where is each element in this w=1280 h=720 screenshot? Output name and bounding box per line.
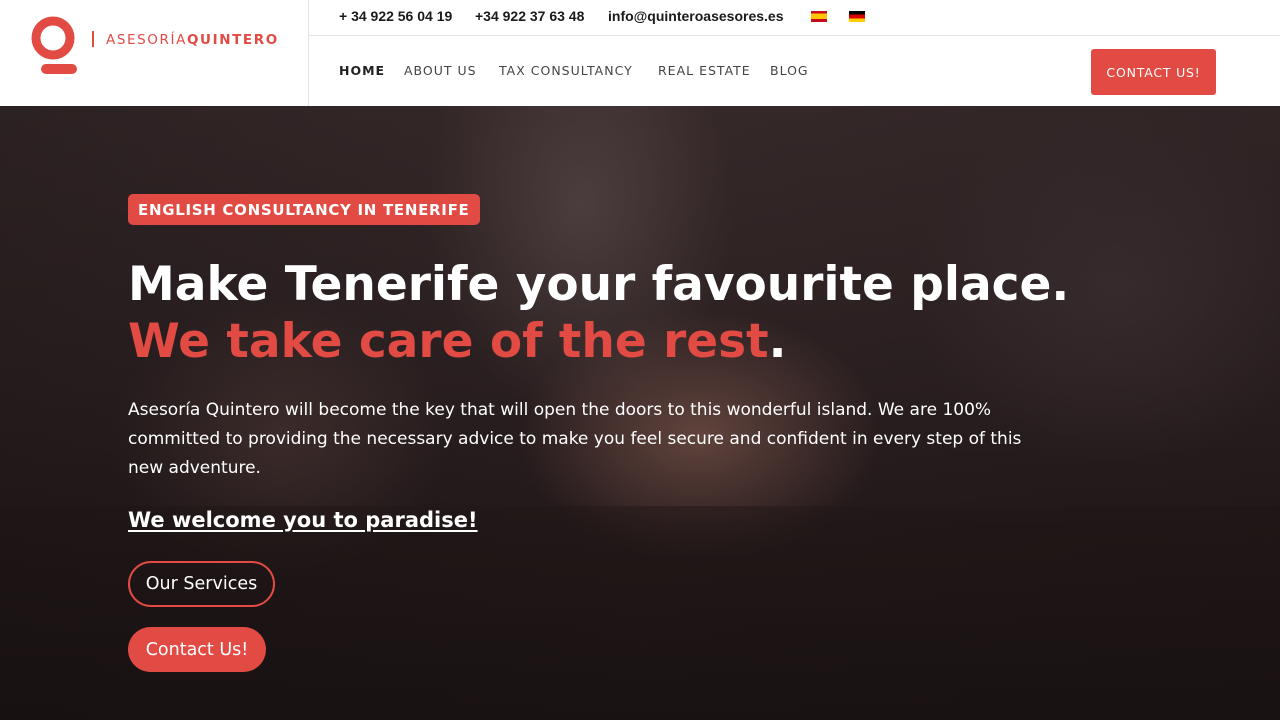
welcome-link[interactable]: We welcome you to paradise!: [128, 508, 478, 532]
nav-blog[interactable]: BLOG: [770, 63, 809, 79]
hero-title: Make Tenerife your favourite place. We t…: [128, 256, 1069, 370]
german-flag-icon[interactable]: [849, 11, 865, 22]
spanish-flag-icon[interactable]: [811, 11, 827, 22]
logo-word-light: ASESORÍA: [106, 32, 187, 48]
nav-home[interactable]: HOME: [339, 63, 385, 79]
logo-word-bold: QUINTERO: [186, 32, 279, 48]
site-header: ASESORÍAQUINTERO + 34 922 56 04 19 +34 9…: [0, 0, 1280, 106]
hero-title-line2: We take care of the rest: [128, 314, 769, 369]
nav-real-estate[interactable]: REAL ESTATE: [658, 63, 751, 79]
hero-section: ENGLISH CONSULTANCY IN TENERIFE Make Ten…: [0, 106, 1280, 720]
phone-link-2[interactable]: +34 922 37 63 48: [475, 8, 584, 24]
contact-topbar: + 34 922 56 04 19 +34 922 37 63 48 info@…: [309, 0, 1280, 36]
logo-link[interactable]: ASESORÍAQUINTERO: [0, 0, 309, 106]
email-link[interactable]: info@quinteroasesores.es: [608, 8, 783, 24]
nav-about-us[interactable]: ABOUT US: [404, 63, 477, 79]
hero-title-line1: Make Tenerife your favourite place.: [128, 257, 1070, 312]
hero-badge: ENGLISH CONSULTANCY IN TENERIFE: [128, 194, 480, 225]
nav-tax-consultancy[interactable]: TAX CONSULTANCY: [499, 63, 633, 79]
header-contact-button[interactable]: CONTACT US!: [1091, 49, 1216, 95]
our-services-button[interactable]: Our Services: [128, 561, 275, 607]
q-logo-icon: [31, 16, 77, 74]
contact-us-button[interactable]: Contact Us!: [128, 627, 266, 672]
hero-description: Asesoría Quintero will become the key th…: [128, 400, 1022, 478]
hero-title-period: .: [768, 314, 787, 369]
logo-wordmark: ASESORÍAQUINTERO: [106, 31, 279, 49]
phone-link-1[interactable]: + 34 922 56 04 19: [339, 8, 452, 24]
logo-separator: [92, 31, 94, 47]
